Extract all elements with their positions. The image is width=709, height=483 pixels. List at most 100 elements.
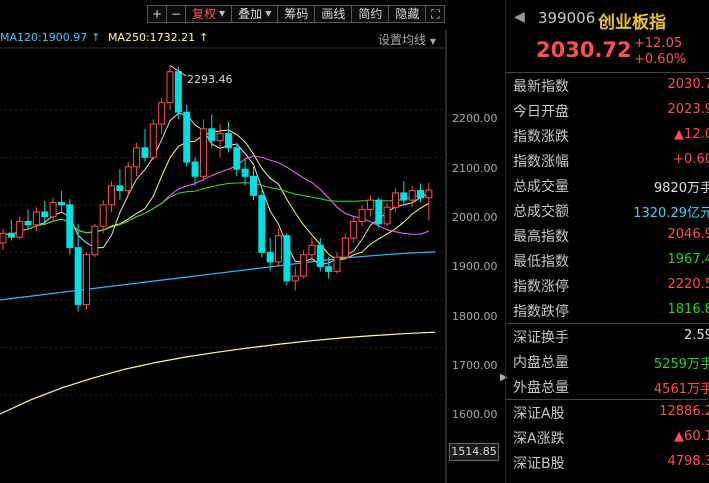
draw-line-button[interactable]: 画线 [314,5,353,23]
fullscreen-icon[interactable]: ⛶ [425,5,446,23]
candle-body [250,175,257,196]
candle-body [425,189,433,199]
high-price-annotation: 2293.46 [187,73,233,86]
candle-body [417,190,424,199]
ma-settings-label: 设置均线 [378,33,427,47]
y-tick-label: 2100.00 [452,162,498,175]
quote-panel: ◀ 399006 创业板指 2030.72 +12.05 +0.60% 最新指数… [506,0,709,483]
candle-body [308,244,316,256]
quote-row-value: 2030.7 [667,77,709,92]
hide-button[interactable]: 隐藏 [388,5,427,23]
quote-header: ◀ 399006 创业板指 2030.72 +12.05 +0.60% [506,0,709,73]
quote-row-value: 1320.29亿元 [633,206,709,221]
candle-body [99,204,107,227]
quote-row: 外盘总量 4561万手 [506,374,709,399]
up-arrow-icon: ↑ [199,31,209,44]
quote-row-value: ▲60.1 [674,429,709,444]
last-price: 2030.72 [536,38,632,62]
quote-row: 今日开盘 2023.9 [506,98,709,123]
fuquan-dropdown[interactable]: 复权 ▼ [185,5,233,23]
zoom-out-button[interactable]: − [166,5,186,23]
y-tick-label: 1700.00 [452,359,498,372]
quote-stats-group-3: 深证A股 12886.2 深A涨跌 ▲60.1 深证B股 4798.3 [506,400,709,475]
quote-row: 指数涨跌 ▲12.0 [506,123,709,148]
candle-body [183,111,191,163]
zoom-in-button[interactable]: + [147,5,167,23]
quote-row-label: 最低指数 [513,254,569,270]
ma250-line [0,331,436,415]
quote-row-label: 指数涨停 [513,279,569,295]
candle-body [224,133,232,149]
quote-row-label: 深证B股 [513,456,565,472]
candle-body [191,161,199,177]
overlay-dropdown[interactable]: 叠加 ▼ [231,5,279,23]
quote-row-label: 指数涨跌 [513,129,569,145]
quote-row-value: 4798.3 [667,454,709,469]
price-change-pct: +0.60% [634,52,687,67]
overlay-label: 叠加 [238,7,263,21]
candle-body [366,199,374,211]
candle-body [291,275,299,282]
caret-down-icon: ▼ [429,37,436,46]
quote-row-value: 5259万手 [653,357,709,372]
quote-row-label: 深证A股 [513,406,565,422]
quote-stats-group-2: 深证换手 2.59 内盘总量 5259万手 外盘总量 4561万手 [506,324,709,399]
candle-body [266,251,274,263]
kline-chart-area[interactable]: + − 复权 ▼ 叠加 ▼ 筹码 画线 简约 隐藏 ⛶ MA120:1900.97 ↑… [0,0,508,483]
candle-body [124,166,132,192]
ma120-line [0,251,436,301]
candle-body [16,220,24,238]
ma120-legend: MA120:1900.97 [0,31,88,44]
candle-body [275,235,283,263]
candle-body [133,147,141,168]
quote-row-label: 指数涨幅 [513,154,569,170]
quote-row: 深A涨跌 ▲60.1 [506,425,709,450]
candle-body [158,102,166,125]
quote-row-label: 内盘总量 [513,355,569,371]
quote-row-value: ▲12.0 [674,127,709,142]
quote-row-value: 2.59 [684,328,709,343]
quote-row-label: 指数跌停 [513,304,569,320]
quote-row-label: 深A涨跌 [513,431,565,447]
chip-button[interactable]: 筹码 [277,5,316,23]
quote-row-value: 9820万手 [653,181,709,196]
y-tick-label: 1900.00 [452,260,498,273]
back-arrow-icon[interactable]: ◀ [514,9,525,25]
candle-body [233,147,241,170]
price-change: +12.05 [634,36,683,51]
up-arrow-icon: ↑ [91,31,101,44]
current-price-tag: 1514.85 [449,443,499,461]
candle-body [391,192,399,208]
quote-row-value: 12886.2 [659,404,709,419]
candle-body [333,256,341,272]
quote-row-value: 2046.9 [667,227,709,242]
quote-row: 总成交量 9820万手 [506,173,709,198]
quote-row-value: +0.60 [673,152,709,167]
candle-body [24,220,32,226]
quote-row-value: 2220.5 [667,277,709,292]
candle-body [49,201,57,218]
quote-row: 内盘总量 5259万手 [506,349,709,374]
index-code: 399006 [538,9,596,27]
caret-down-icon: ▼ [265,9,272,18]
candle-body [358,209,366,222]
chart-toolbar: + − 复权 ▼ 叠加 ▼ 筹码 画线 简约 隐藏 ⛶ [147,5,446,23]
candle-body [325,266,333,272]
quote-row: 深证B股 4798.3 [506,450,709,475]
kline-chart-svg[interactable] [0,0,500,483]
candle-body [66,204,74,249]
ma-settings-dropdown[interactable]: 设置均线 ▼ [378,31,436,48]
quote-row: 最低指数 1967.4 [506,248,709,273]
candle-body [283,235,291,282]
candle-body [208,128,216,142]
quote-row-value: 4561万手 [653,382,709,397]
candle-body [199,128,207,177]
quote-row: 最新指数 2030.7 [506,73,709,98]
simple-mode-button[interactable]: 简约 [351,5,390,23]
candle-body [383,206,391,225]
candle-body [350,220,358,239]
candle-body [83,254,90,306]
quote-row: 总成交额 1320.29亿元 [506,198,709,223]
fuquan-label: 复权 [192,7,217,21]
candle-body [57,201,65,206]
